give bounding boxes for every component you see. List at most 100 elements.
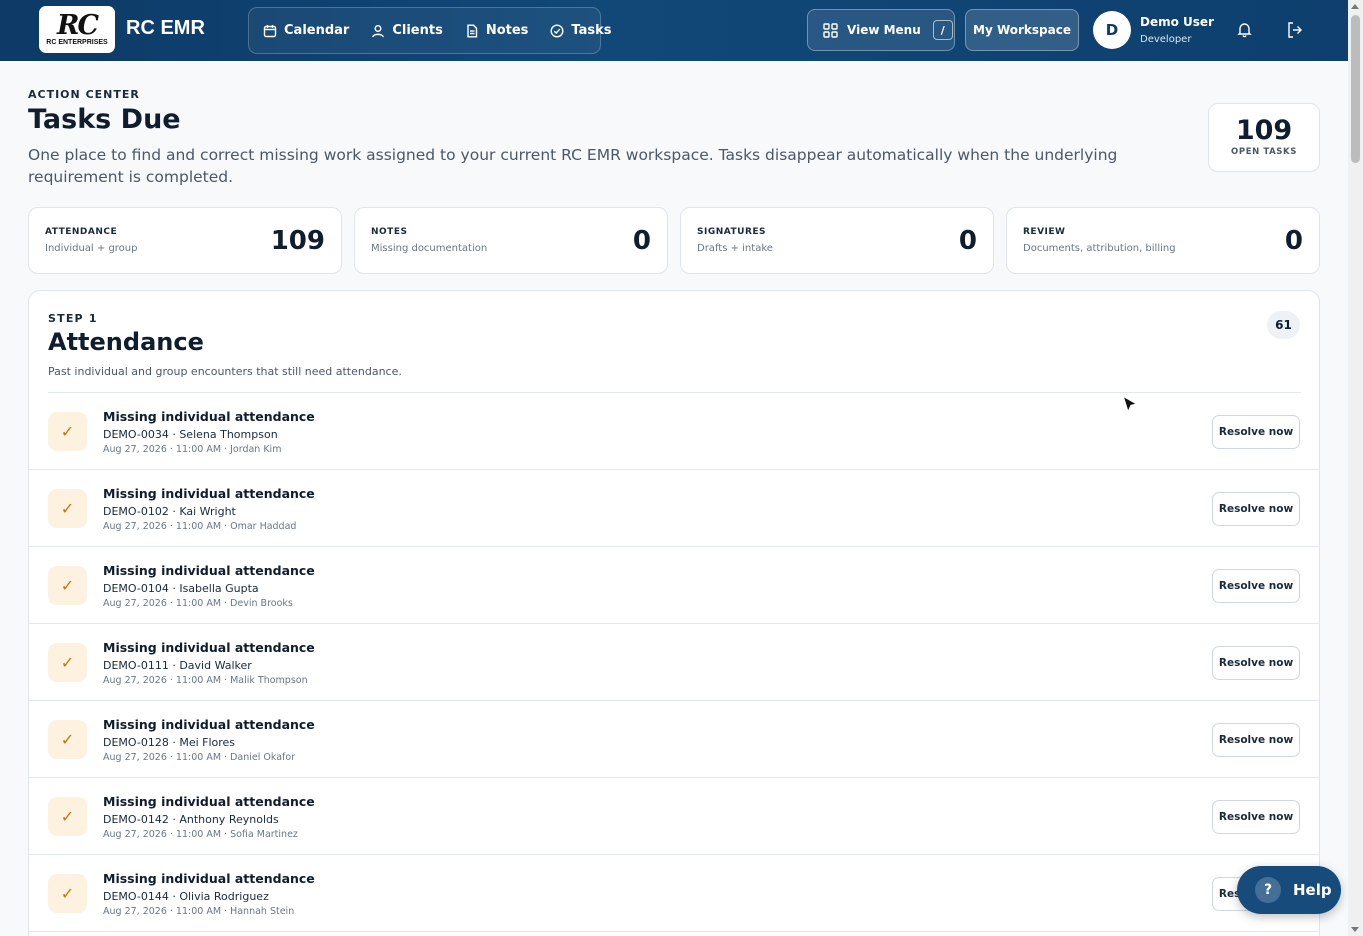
help-button[interactable]: ? Help: [1237, 866, 1341, 914]
logo-mark: RC: [57, 10, 99, 41]
task-row: ✓ Missing individual attendance DEMO-010…: [29, 470, 1319, 547]
task-meta: Aug 27, 2026 · 11:00 AM · Devin Brooks: [103, 598, 293, 609]
checkmark-icon: ✓: [48, 874, 87, 913]
scroll-down-arrow-icon[interactable]: [1351, 927, 1359, 932]
stat-label: NOTES: [371, 227, 408, 237]
task-row: ✓ Missing individual attendance DEMO-014…: [29, 778, 1319, 855]
stat-label: REVIEW: [1023, 227, 1066, 237]
vertical-scrollbar[interactable]: [1348, 0, 1363, 936]
logout-button[interactable]: [1286, 21, 1304, 43]
calendar-icon: [263, 24, 277, 37]
resolve-now-button[interactable]: Resolve now: [1212, 646, 1300, 680]
stat-card-notes[interactable]: NOTES Missing documentation 0: [354, 207, 668, 274]
task-row: ✓ Missing individual attendance DEMO-010…: [29, 547, 1319, 624]
checkmark-icon: ✓: [48, 797, 87, 836]
mouse-cursor-icon: [1122, 395, 1138, 413]
nav-label-tasks: Tasks: [571, 23, 612, 38]
logout-icon: [1288, 22, 1302, 38]
stat-card-signatures[interactable]: SIGNATURES Drafts + intake 0: [680, 207, 994, 274]
grid-icon: [823, 22, 838, 38]
question-icon: ?: [1255, 877, 1281, 903]
checkmark-icon: ✓: [48, 412, 87, 451]
section-eyebrow: ACTION CENTER: [28, 88, 140, 101]
task-meta: Aug 27, 2026 · 11:00 AM · Sofia Martinez: [103, 829, 298, 840]
task-client: DEMO-0142 · Anthony Reynolds: [103, 813, 279, 826]
nav-label-notes: Notes: [485, 23, 529, 38]
scroll-up-arrow-icon[interactable]: [1351, 4, 1359, 9]
resolve-now-button[interactable]: Resolve now: [1212, 415, 1300, 449]
task-title: Missing individual attendance: [103, 486, 315, 501]
stat-sub: Missing documentation: [371, 243, 488, 254]
resolve-now-button[interactable]: Resolve now: [1212, 492, 1300, 526]
open-tasks-count: 109: [1235, 115, 1293, 146]
logo-text: RC ENTERPRISES: [46, 39, 108, 46]
section-count-badge: 61: [1267, 311, 1300, 339]
task-row: ✓ Missing individual attendance DEMO-014…: [29, 855, 1319, 932]
view-menu-button[interactable]: View Menu /: [807, 9, 955, 51]
nav-label-calendar: Calendar: [284, 23, 350, 38]
stat-value: 0: [1284, 226, 1303, 256]
task-client: DEMO-0144 · Olivia Rodriguez: [103, 890, 269, 903]
task-meta: Aug 27, 2026 · 11:00 AM · Jordan Kim: [103, 444, 282, 455]
open-tasks-label: OPEN TASKS: [1231, 147, 1297, 157]
task-meta: Aug 27, 2026 · 11:00 AM · Malik Thompson: [103, 675, 308, 686]
notifications-button[interactable]: [1236, 21, 1253, 42]
user-icon: [372, 24, 385, 37]
task-meta: Aug 27, 2026 · 11:00 AM · Hannah Stein: [103, 906, 295, 917]
user-name: Demo User: [1140, 15, 1214, 29]
checkmark-icon: ✓: [48, 643, 87, 682]
nav-item-tasks[interactable]: Tasks: [550, 16, 612, 46]
nav-item-clients[interactable]: Clients: [371, 16, 443, 46]
keyboard-shortcut-badge: /: [932, 20, 953, 40]
main-nav: Calendar Clients Notes Tasks: [248, 7, 612, 54]
nav-item-calendar[interactable]: Calendar: [263, 16, 349, 46]
help-label: Help: [1293, 881, 1332, 899]
resolve-now-button[interactable]: Resolve now: [1212, 723, 1300, 757]
task-client: DEMO-0104 · Isabella Gupta: [103, 582, 259, 595]
page-title: Tasks Due: [28, 104, 181, 135]
task-client: DEMO-0034 · Selena Thompson: [103, 428, 278, 441]
checkmark-icon: ✓: [48, 720, 87, 759]
stat-value: 0: [632, 226, 651, 256]
open-tasks-card: 109 OPEN TASKS: [1208, 103, 1320, 172]
task-title: Missing individual attendance: [103, 871, 315, 886]
stat-sub: Documents, attribution, billing: [1023, 243, 1176, 254]
stat-label: SIGNATURES: [697, 227, 767, 237]
step-label: STEP 1: [48, 312, 98, 325]
task-title: Missing individual attendance: [103, 717, 315, 732]
task-row: ✓ Missing individual attendance DEMO-012…: [29, 701, 1319, 778]
resolve-now-button[interactable]: Resolve now: [1212, 569, 1300, 603]
task-client: DEMO-0102 · Kai Wright: [103, 505, 236, 518]
stat-label: ATTENDANCE: [45, 227, 118, 237]
view-menu-label: View Menu: [847, 23, 921, 37]
section-description: Past individual and group encounters tha…: [48, 365, 402, 378]
task-meta: Aug 27, 2026 · 11:00 AM · Daniel Okafor: [103, 752, 296, 763]
user-role: Developer: [1140, 34, 1192, 45]
check-circle-icon: [550, 23, 564, 38]
task-client: DEMO-0111 · David Walker: [103, 659, 252, 672]
app-logo[interactable]: RC RC ENTERPRISES: [39, 6, 115, 53]
stat-value: 109: [270, 226, 325, 256]
resolve-now-button[interactable]: Resolve now: [1212, 800, 1300, 834]
checkmark-icon: ✓: [48, 566, 87, 605]
stat-card-attendance[interactable]: ATTENDANCE Individual + group 109: [28, 207, 342, 274]
task-title: Missing individual attendance: [103, 640, 315, 655]
top-navigation-bar: RC RC ENTERPRISES RC EMR Calendar Client…: [0, 0, 1348, 61]
section-title: Attendance: [48, 328, 204, 356]
task-client: DEMO-0128 · Mei Flores: [103, 736, 236, 749]
task-row: ✓ Missing individual attendance DEMO-011…: [29, 624, 1319, 701]
task-title: Missing individual attendance: [103, 794, 315, 809]
stat-sub: Drafts + intake: [697, 243, 773, 254]
stat-sub: Individual + group: [45, 243, 138, 254]
avatar[interactable]: D: [1093, 11, 1131, 49]
task-title: Missing individual attendance: [103, 409, 315, 424]
nav-item-notes[interactable]: Notes: [465, 16, 529, 46]
stat-card-review[interactable]: REVIEW Documents, attribution, billing 0: [1006, 207, 1320, 274]
scrollbar-thumb[interactable]: [1351, 15, 1360, 163]
task-title: Missing individual attendance: [103, 563, 315, 578]
page-description: One place to find and correct missing wo…: [28, 146, 1118, 186]
nav-label-clients: Clients: [392, 23, 443, 38]
attendance-section: STEP 1 Attendance Past individual and gr…: [28, 290, 1320, 936]
stat-value: 0: [958, 226, 977, 256]
my-workspace-button[interactable]: My Workspace: [965, 9, 1079, 51]
